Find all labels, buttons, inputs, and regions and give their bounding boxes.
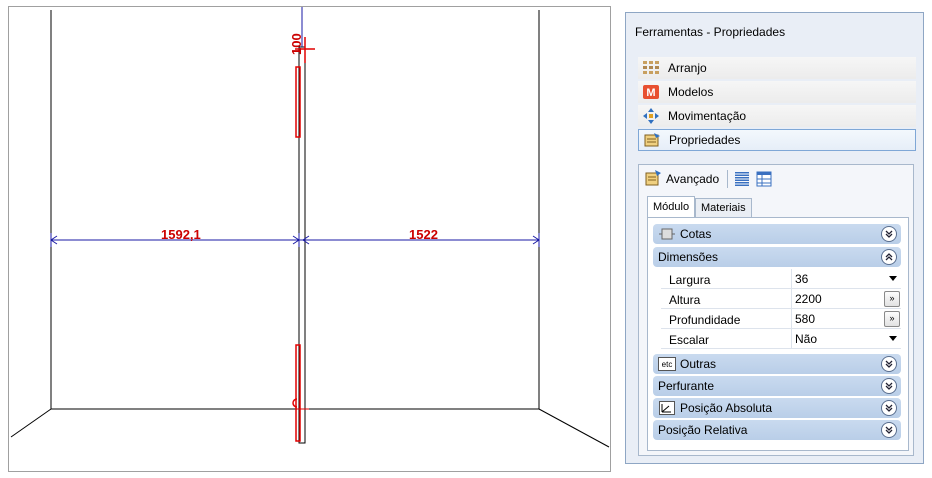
section-label: Posição Relativa <box>658 423 748 437</box>
altura-field[interactable]: 2200 » <box>791 289 901 309</box>
arrangement-icon <box>642 60 660 76</box>
category-modelos[interactable]: M Modelos <box>638 81 916 103</box>
categorized-view-icon[interactable] <box>734 171 750 187</box>
panel-title: Ferramentas - Propriedades <box>635 25 786 39</box>
section-label: Posição Absoluta <box>680 401 773 415</box>
escalar-select[interactable]: Não <box>791 329 901 349</box>
svg-text:etc: etc <box>662 360 673 369</box>
section-dimensoes[interactable]: Dimensões <box>653 247 901 267</box>
section-posicao-relativa[interactable]: Posição Relativa <box>653 420 901 440</box>
prop-value: Não <box>795 332 818 346</box>
move-icon <box>642 108 660 124</box>
toolbar-separator <box>727 170 729 188</box>
dim-right-label: 1522 <box>409 227 438 242</box>
expand-chevron-icon[interactable] <box>881 356 897 372</box>
properties-icon <box>643 132 661 148</box>
section-perfurante[interactable]: Perfurante <box>653 376 901 396</box>
svg-text:M: M <box>646 87 655 99</box>
expand-chevron-icon[interactable] <box>881 226 897 242</box>
largura-select[interactable]: 36 <box>791 269 901 289</box>
section-label: Outras <box>680 357 717 371</box>
scene-drawing[interactable]: 100 1592,1 1522 <box>9 7 611 472</box>
more-options-button[interactable]: » <box>884 311 900 327</box>
expand-chevron-icon[interactable] <box>881 378 897 394</box>
section-label: Cotas <box>680 227 712 241</box>
prop-row-altura: Altura 2200 » <box>661 289 901 309</box>
prop-value: 580 <box>795 312 816 326</box>
position-icon <box>658 401 676 415</box>
prop-name: Profundidade <box>669 313 741 327</box>
models-icon: M <box>642 84 660 100</box>
dropdown-arrow-icon[interactable] <box>889 336 897 341</box>
category-propriedades[interactable]: Propriedades <box>638 129 916 151</box>
profundidade-field[interactable]: 580 » <box>791 309 901 329</box>
tab-modulo[interactable]: Módulo <box>647 196 696 218</box>
dropdown-arrow-icon[interactable] <box>889 276 897 281</box>
category-label: Modelos <box>668 85 714 99</box>
dimension-line <box>50 233 540 247</box>
expand-chevron-icon[interactable] <box>881 400 897 416</box>
category-movimentacao[interactable]: Movimentação <box>638 105 916 127</box>
more-options-button[interactable]: » <box>884 291 900 307</box>
prop-name: Largura <box>669 273 711 287</box>
section-outras[interactable]: etc Outras <box>653 354 901 374</box>
tab-materiais[interactable]: Materiais <box>695 198 752 218</box>
prop-value: 36 <box>795 272 809 286</box>
dimensions-icon <box>658 227 676 241</box>
advanced-icon <box>645 169 661 189</box>
section-label: Dimensões <box>658 250 719 264</box>
editor-toolbar: Avançado <box>639 165 913 193</box>
section-cotas[interactable]: Cotas <box>653 224 901 244</box>
table-view-icon[interactable] <box>756 171 772 187</box>
partition-module[interactable] <box>292 7 315 444</box>
advanced-button[interactable]: Avançado <box>645 169 720 189</box>
properties-editor: Avançado Módulo Materiais Cotas Dimensõe… <box>638 164 914 456</box>
prop-value: 2200 <box>795 292 822 306</box>
category-label: Movimentação <box>668 109 747 123</box>
section-label: Perfurante <box>658 379 715 393</box>
prop-row-profundidade: Profundidade 580 » <box>661 309 901 329</box>
expand-chevron-icon[interactable] <box>881 422 897 438</box>
category-label: Arranjo <box>668 61 707 75</box>
properties-panel: Ferramentas - Propriedades Arranjo M Mod… <box>625 12 924 464</box>
collapse-chevron-icon[interactable] <box>881 249 897 265</box>
prop-name: Escalar <box>669 333 710 347</box>
dim-left-label: 1592,1 <box>161 227 201 242</box>
prop-row-largura: Largura 36 <box>661 269 901 289</box>
advanced-label: Avançado <box>666 172 720 186</box>
section-posicao-absoluta[interactable]: Posição Absoluta <box>653 398 901 418</box>
3d-viewport[interactable]: 100 1592,1 1522 <box>8 6 611 472</box>
prop-row-escalar: Escalar Não <box>661 329 901 349</box>
etc-icon: etc <box>658 357 676 371</box>
room-outline <box>10 10 610 448</box>
prop-name: Altura <box>669 293 701 307</box>
dim-top-label: 100 <box>289 33 304 55</box>
tab-content: Cotas Dimensões Largura 36 Altura 2200 »… <box>647 217 909 451</box>
category-label: Propriedades <box>669 133 741 147</box>
category-arranjo[interactable]: Arranjo <box>638 57 916 79</box>
